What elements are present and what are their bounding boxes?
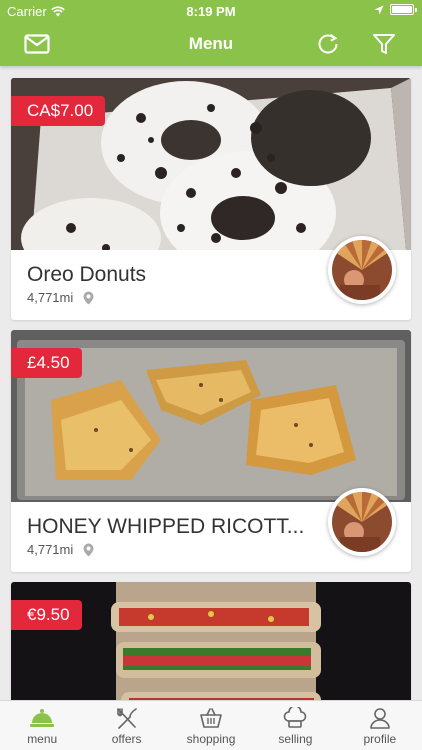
funnel-icon: [373, 34, 395, 54]
map-pin-icon: [83, 291, 94, 304]
distance-label: 4,771mi: [27, 290, 74, 305]
map-pin-icon: [83, 543, 94, 556]
tab-bar: menu offers shopping selling profile: [0, 700, 422, 750]
basket-icon: [200, 708, 222, 728]
price-tag: €9.50: [11, 600, 82, 630]
refresh-icon: [318, 33, 338, 54]
item-distance: 4,771mi: [27, 542, 94, 557]
item-name: HONEY WHIPPED RICOTT...: [27, 515, 305, 538]
location-arrow-icon: [374, 5, 384, 14]
status-bar: Carrier 8:19 PM: [0, 0, 422, 22]
menu-feed[interactable]: CA$7.00 Oreo Donuts 4,771mi £4.50 HONEY …: [0, 66, 422, 700]
clock: 8:19 PM: [186, 4, 236, 19]
tab-shopping[interactable]: shopping: [169, 701, 253, 750]
tab-profile[interactable]: profile: [338, 701, 422, 750]
tab-menu[interactable]: menu: [0, 701, 84, 750]
menu-item-card[interactable]: £4.50 HONEY WHIPPED RICOTT... 4,771mi: [11, 330, 411, 572]
item-name: Oreo Donuts: [27, 263, 147, 286]
cloche-icon: [30, 709, 55, 727]
tab-label: menu: [27, 732, 58, 746]
price-tag: £4.50: [11, 348, 82, 378]
fork-knife-icon: [116, 708, 137, 729]
menu-item-card[interactable]: €9.50: [11, 582, 411, 700]
seller-avatar[interactable]: [328, 488, 396, 556]
tab-label: selling: [278, 732, 313, 746]
filter-button[interactable]: [369, 29, 399, 59]
tab-offers[interactable]: offers: [84, 701, 168, 750]
tab-label: shopping: [186, 732, 236, 746]
menu-item-card[interactable]: CA$7.00 Oreo Donuts 4,771mi: [11, 78, 411, 320]
refresh-button[interactable]: [313, 29, 343, 59]
tab-label: offers: [111, 732, 142, 746]
chef-hat-icon: [284, 707, 307, 728]
price-tag: CA$7.00: [11, 96, 106, 126]
tab-selling[interactable]: selling: [253, 701, 337, 750]
distance-label: 4,771mi: [27, 542, 74, 557]
navigation-bar: Menu: [0, 22, 422, 66]
item-distance: 4,771mi: [27, 290, 94, 305]
battery-icon: [390, 4, 417, 15]
seller-avatar[interactable]: [328, 236, 396, 304]
tab-label: profile: [363, 732, 397, 746]
page-title: Menu: [188, 34, 234, 53]
person-icon: [370, 708, 390, 729]
